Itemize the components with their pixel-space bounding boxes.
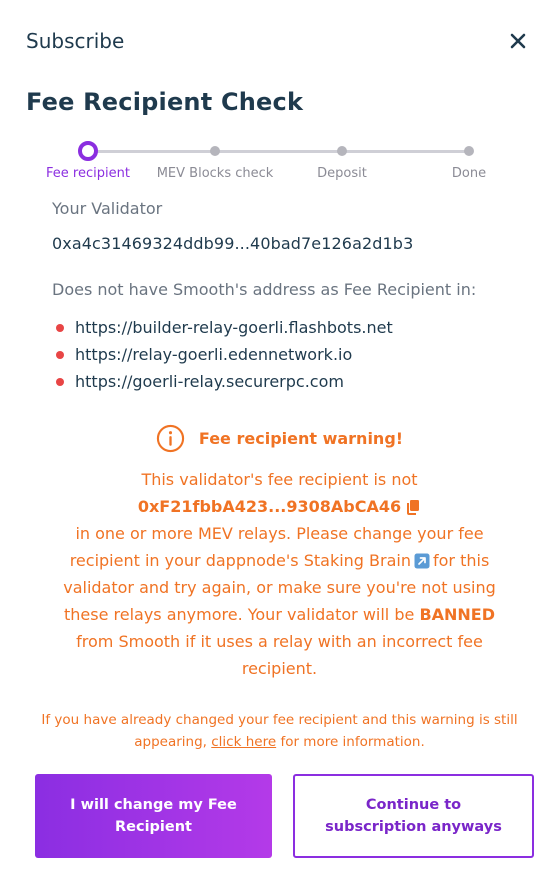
warning-message: This validator's fee recipient is not 0x… (52, 466, 507, 682)
step-connector (342, 150, 469, 153)
bullet-dot-icon (56, 323, 64, 332)
step-label-mev-blocks-check[interactable]: MEV Blocks check (157, 166, 274, 181)
relay-list: https://builder-relay-goerli.flashbots.n… (56, 314, 393, 395)
warning-title: Fee recipient warning! (198, 429, 404, 448)
validator-address: 0xa4c31469324ddb99...40bad7e126a2d1b3 (52, 234, 414, 253)
help-note-text: for more information. (280, 734, 425, 750)
page-title: Fee Recipient Check (26, 88, 304, 116)
modal-title: Subscribe (26, 29, 125, 53)
fee-recipient-address: 0xF21fbbA423...9308AbCA46 (137, 497, 402, 516)
external-link-icon[interactable] (414, 553, 430, 569)
bullet-dot-icon (56, 350, 64, 359)
step-label-done[interactable]: Done (452, 166, 486, 181)
warning-line: This validator's fee recipient is not (141, 470, 418, 489)
relay-url: https://builder-relay-goerli.flashbots.n… (75, 318, 393, 337)
fee-address-row: 0xF21fbbA423...9308AbCA46 (52, 493, 507, 520)
copy-icon[interactable] (405, 499, 421, 515)
list-item: https://goerli-relay.securerpc.com (56, 368, 393, 395)
close-button[interactable] (507, 30, 529, 52)
warning-text-part: from Smooth if it uses a relay with an i… (76, 632, 483, 678)
progress-stepper: Fee recipient MEV Blocks check Deposit D… (40, 138, 512, 186)
change-fee-recipient-button[interactable]: I will change my Fee Recipient (35, 774, 272, 858)
step-dot-fee-recipient[interactable] (78, 141, 98, 161)
step-connector (215, 150, 342, 153)
info-circle-icon (156, 424, 185, 453)
step-label-fee-recipient[interactable]: Fee recipient (46, 166, 130, 181)
list-item: https://builder-relay-goerli.flashbots.n… (56, 314, 393, 341)
step-dot-done[interactable] (464, 146, 474, 156)
step-connector (88, 150, 215, 153)
list-item: https://relay-goerli.edennetwork.io (56, 341, 393, 368)
bullet-dot-icon (56, 377, 64, 386)
close-icon (510, 33, 526, 49)
warning-header: Fee recipient warning! (0, 424, 559, 453)
relay-url: https://goerli-relay.securerpc.com (75, 372, 344, 391)
continue-subscription-button[interactable]: Continue to subscription anyways (293, 774, 534, 858)
click-here-link[interactable]: click here (211, 734, 276, 750)
missing-fee-recipient-text: Does not have Smooth's address as Fee Re… (52, 280, 477, 299)
step-dot-mev-blocks-check[interactable] (210, 146, 220, 156)
step-dot-deposit[interactable] (337, 146, 347, 156)
banned-text: BANNED (419, 605, 496, 624)
validator-label: Your Validator (52, 199, 163, 218)
modal-header: Subscribe (26, 28, 535, 56)
help-note: If you have already changed your fee rec… (40, 709, 519, 753)
relay-url: https://relay-goerli.edennetwork.io (75, 345, 353, 364)
step-label-deposit[interactable]: Deposit (317, 166, 367, 181)
